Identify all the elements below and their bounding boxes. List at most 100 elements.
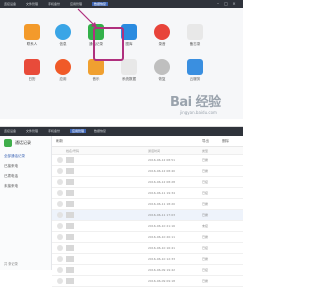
sidebar-item-missed[interactable]: 未接来电 [4, 184, 18, 189]
watermark: Bai 经验 jingyan.baidu.com [170, 91, 221, 115]
column-name[interactable]: 姓名/号码 [66, 149, 79, 153]
app-system-data[interactable]: 系统数据 [118, 59, 140, 82]
app-label: 音乐 [92, 77, 100, 81]
watermark-logo: Bai 经验 [170, 95, 221, 110]
phone-icon [4, 139, 12, 147]
call-type: 已接 [202, 180, 209, 184]
table-row[interactable]: 2016-06-11 18:20 已拨 [52, 199, 243, 210]
app-apps[interactable]: 应用 [52, 59, 74, 82]
table-row[interactable]: 2016-06-09 09:18 已拨 [52, 276, 243, 287]
tab-files[interactable]: 文件管理 [26, 2, 38, 6]
sidebar: 通话记录 全部通话记录 已接来电 已拨电话 未接来电 共 条记录 [0, 136, 52, 270]
call-type: 已拨 [202, 158, 209, 162]
app-label: 录音 [158, 42, 166, 46]
avatar [57, 256, 63, 262]
sidebar-item-dialed[interactable]: 已拨电话 [4, 174, 18, 179]
table-row[interactable]: 2016-06-12 08:40 已拨 [52, 166, 243, 177]
avatar [57, 245, 63, 251]
app-contacts[interactable]: 联系人 [21, 24, 43, 47]
notes-icon [187, 24, 203, 40]
call-time: 2016-06-10 21:16 [148, 224, 176, 228]
table-row[interactable]: 2016-06-11 19:34 已接 [52, 188, 243, 199]
delete-button[interactable]: 删除 [222, 139, 229, 144]
message-icon [55, 24, 71, 40]
tab-backup[interactable]: 手机备份 [48, 2, 60, 6]
avatar [57, 223, 63, 229]
toolbar: 刷新 导出 删除 [52, 136, 243, 147]
app-label: 日历 [28, 77, 36, 81]
sidebar-item-all[interactable]: 全部通话记录 [4, 154, 25, 159]
call-time: 2016-06-10 20:11 [148, 235, 176, 239]
column-time[interactable]: 通话时间 [148, 149, 160, 153]
call-log-table: 刷新 导出 删除 姓名/号码 通话时间 类型 2016-06-12 08:51 已… [52, 136, 243, 287]
lower-tab-apps[interactable]: 应用管理 [70, 129, 87, 133]
table-row[interactable]: 2016-06-10 21:16 未接 [52, 221, 243, 232]
tab-apps[interactable]: 应用管理 [70, 2, 82, 6]
contact-name-blurred [66, 245, 74, 251]
call-type: 已拨 [202, 257, 209, 261]
column-type[interactable]: 类型 [202, 149, 208, 153]
watermark-url: jingyan.baidu.com [180, 110, 217, 115]
avatar [57, 234, 63, 240]
close-button[interactable]: × [232, 2, 236, 6]
call-time: 2016-06-10 12:33 [148, 257, 176, 261]
contact-name-blurred [66, 256, 74, 262]
restore-icon [154, 59, 170, 75]
contact-name-blurred [66, 212, 74, 218]
sidebar-item-received[interactable]: 已接来电 [4, 164, 18, 169]
table-row[interactable]: 2016-06-09 19:42 已接 [52, 265, 243, 276]
app-label: 信息 [59, 42, 67, 46]
call-time: 2016-06-12 08:51 [148, 158, 176, 162]
table-row[interactable]: 2016-06-10 20:11 已拨 [52, 232, 243, 243]
call-time: 2016-06-09 09:18 [148, 279, 176, 283]
app-label: 恢复 [158, 77, 166, 81]
app-music[interactable]: 音乐 [85, 59, 107, 82]
lower-tab-files[interactable]: 文件管理 [26, 129, 38, 133]
maximize-button[interactable]: □ [224, 2, 228, 6]
call-time: 2016-06-11 17:03 [148, 213, 176, 217]
contact-name-blurred [66, 223, 74, 229]
table-row[interactable]: 2016-06-12 08:28 已接 [52, 177, 243, 188]
avatar [57, 190, 63, 196]
apps-icon [55, 59, 71, 75]
app-restore[interactable]: 恢复 [151, 59, 173, 82]
app-label: 联系人 [26, 42, 38, 46]
export-button[interactable]: 导出 [202, 139, 209, 144]
app-recorder[interactable]: 录音 [151, 24, 173, 47]
record-count: 共 条记录 [4, 262, 18, 266]
table-row[interactable]: 2016-06-12 08:51 已拨 [52, 155, 243, 166]
call-type: 已拨 [202, 169, 209, 173]
avatar [57, 168, 63, 174]
avatar [57, 179, 63, 185]
call-type: 已拨 [202, 279, 209, 283]
tab-recovery[interactable]: 数据恢复 [92, 2, 109, 6]
cloud-icon [187, 59, 203, 75]
avatar [57, 201, 63, 207]
app-label: 备忘录 [189, 42, 201, 46]
table-row[interactable]: 2016-06-10 16:41 已接 [52, 243, 243, 254]
app-cloud[interactable]: 云服务 [184, 59, 206, 82]
call-log-window: 连接设备 文件管理 手机备份 应用管理 数据恢复 通话记录 全部通话记录 已接来… [0, 126, 243, 287]
minimize-button[interactable]: – [216, 2, 220, 6]
contact-name-blurred [66, 190, 74, 196]
contact-name-blurred [66, 234, 74, 240]
avatar [57, 212, 63, 218]
call-type: 已拨 [202, 202, 209, 206]
contact-name-blurred [66, 278, 74, 284]
app-notes[interactable]: 备忘录 [184, 24, 206, 47]
contacts-icon [24, 24, 40, 40]
contact-name-blurred [66, 201, 74, 207]
lower-tab-backup[interactable]: 手机备份 [48, 129, 60, 133]
table-row[interactable]: 2016-06-11 17:03 已拨 [52, 210, 243, 221]
call-time: 2016-06-11 18:20 [148, 202, 176, 206]
lower-tab-recovery[interactable]: 数据恢复 [94, 129, 106, 133]
lower-tab-connect[interactable]: 连接设备 [4, 129, 16, 133]
tab-connect[interactable]: 连接设备 [4, 2, 16, 6]
refresh-button[interactable]: 刷新 [56, 139, 63, 144]
top-bar: 连接设备 文件管理 手机备份 应用管理 数据恢复 – □ × [0, 0, 243, 8]
table-header: 姓名/号码 通话时间 类型 [52, 147, 243, 155]
app-calendar[interactable]: 日历 [21, 59, 43, 82]
table-row[interactable]: 2016-06-10 12:33 已拨 [52, 254, 243, 265]
app-messages[interactable]: 信息 [52, 24, 74, 47]
call-time: 2016-06-12 08:28 [148, 180, 176, 184]
